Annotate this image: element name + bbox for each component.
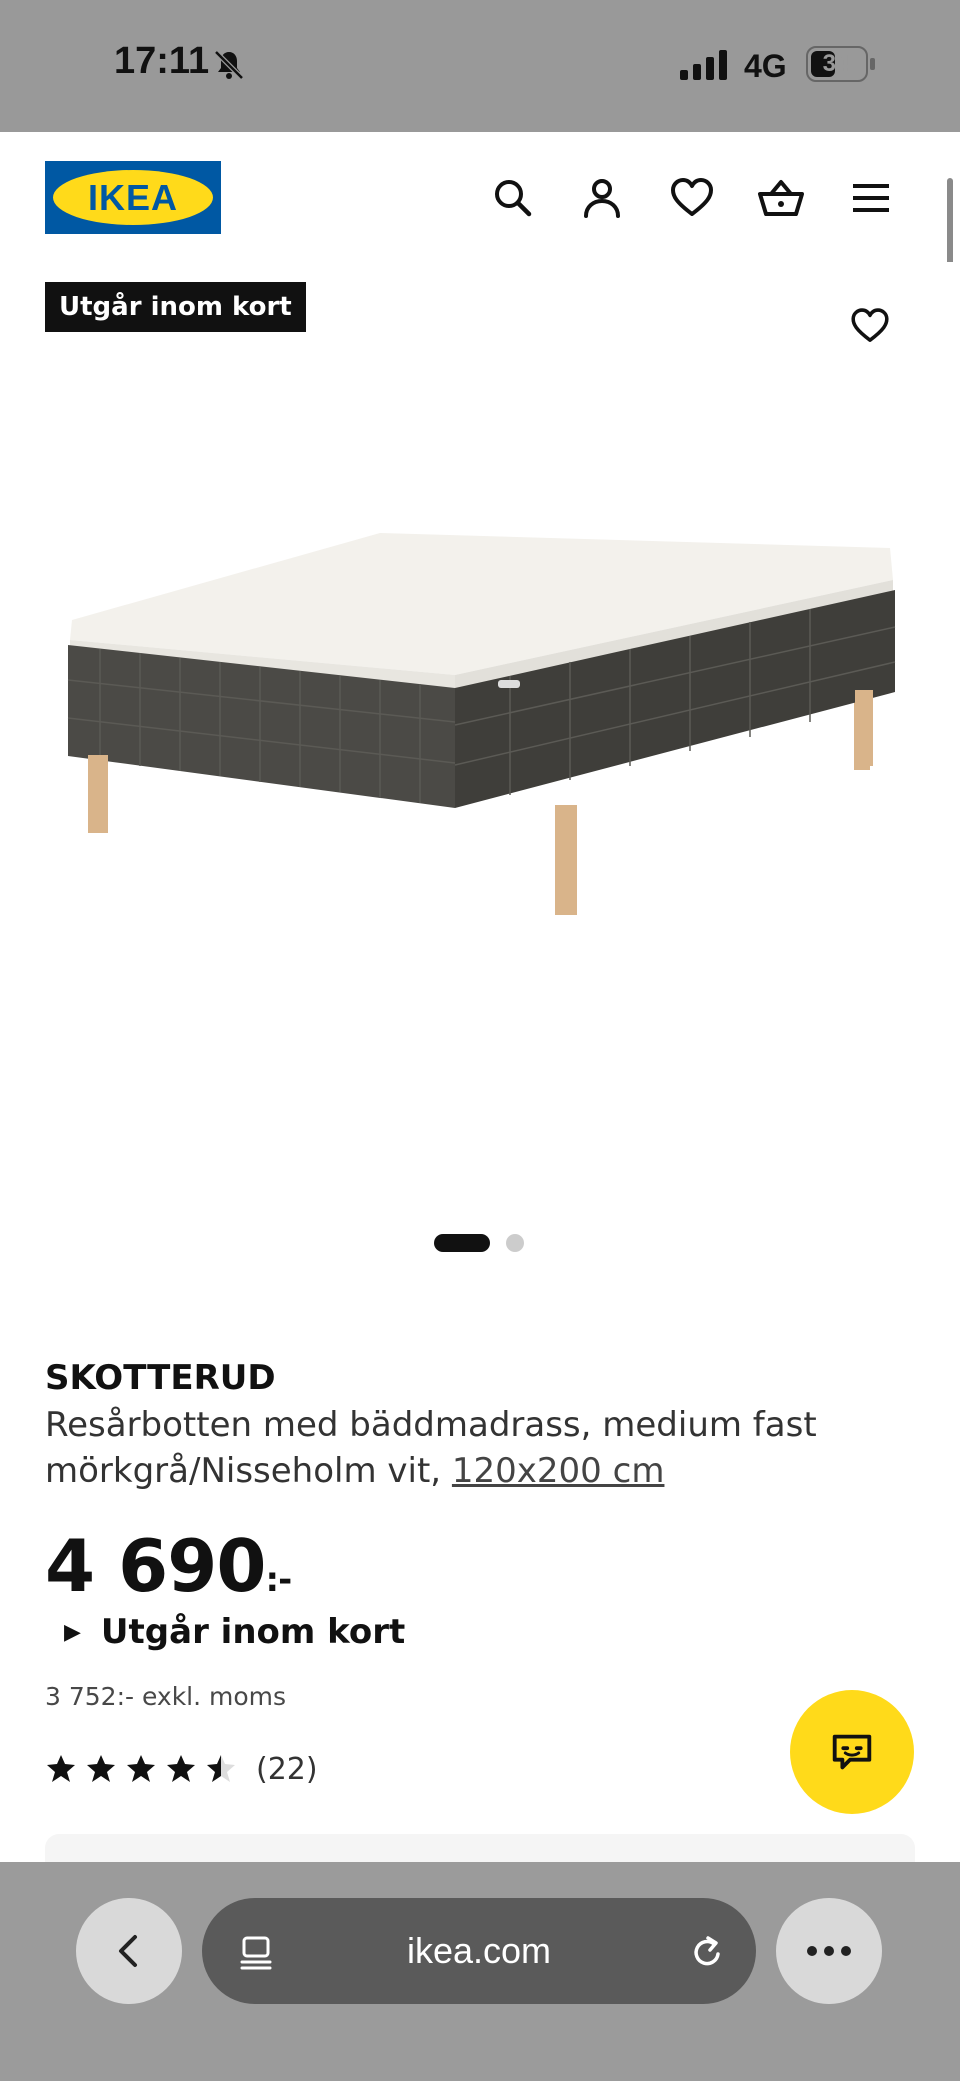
review-count[interactable]: (22) bbox=[256, 1752, 318, 1787]
ikea-logo[interactable]: IKEA bbox=[45, 161, 221, 234]
star-full-icon bbox=[47, 1755, 75, 1782]
product-image-bed bbox=[50, 510, 920, 930]
product-description: Resårbotten med bäddmadrass, medium fast… bbox=[45, 1402, 865, 1494]
description-line1: Resårbotten med bäddmadrass, medium fast bbox=[45, 1405, 817, 1445]
size-link[interactable]: 120x200 cm bbox=[452, 1451, 665, 1491]
wishlist-heart-icon[interactable] bbox=[666, 172, 718, 224]
menu-icon[interactable] bbox=[845, 172, 897, 224]
product-name: SKOTTERUD bbox=[45, 1358, 276, 1398]
basket-icon[interactable] bbox=[755, 172, 807, 224]
site-header: IKEA bbox=[0, 132, 960, 262]
description-line2: mörkgrå/Nisseholm vit, bbox=[45, 1451, 452, 1491]
availability-toggle[interactable]: ▶ Utgår inom kort bbox=[64, 1612, 405, 1652]
heart-icon bbox=[851, 308, 889, 342]
product-badge: Utgår inom kort bbox=[45, 282, 306, 332]
address-bar[interactable]: ikea.com bbox=[202, 1898, 756, 2004]
carousel-dot[interactable] bbox=[506, 1234, 524, 1252]
reload-icon[interactable] bbox=[688, 1932, 728, 1972]
triangle-right-icon: ▶ bbox=[64, 1620, 81, 1645]
account-icon[interactable] bbox=[576, 172, 628, 224]
star-half-icon bbox=[207, 1755, 235, 1782]
star-full-icon bbox=[167, 1755, 195, 1782]
network-label: 4G bbox=[744, 48, 787, 84]
status-time: 17:11 bbox=[114, 40, 210, 82]
star-full-icon bbox=[87, 1755, 115, 1782]
ellipsis-icon bbox=[807, 1946, 851, 1956]
bell-muted-icon bbox=[212, 48, 246, 82]
product-price: 4 690:- bbox=[45, 1524, 292, 1608]
price-main: 4 690 bbox=[45, 1524, 266, 1608]
availability-label: Utgår inom kort bbox=[100, 1612, 406, 1652]
star-full-icon bbox=[127, 1755, 155, 1782]
add-to-wishlist-button[interactable] bbox=[830, 286, 910, 366]
signal-icon bbox=[680, 50, 730, 80]
chat-button[interactable] bbox=[790, 1690, 914, 1814]
back-button[interactable] bbox=[76, 1898, 182, 2004]
price-suffix: :- bbox=[265, 1560, 292, 1600]
logo-text: IKEA bbox=[87, 177, 178, 218]
price-excl-vat: 3 752:- exkl. moms bbox=[45, 1682, 287, 1711]
more-options-button[interactable] bbox=[776, 1898, 882, 2004]
chevron-left-icon bbox=[119, 1935, 137, 1967]
carousel-dot-active[interactable] bbox=[434, 1234, 490, 1252]
search-icon[interactable] bbox=[487, 172, 539, 224]
battery-level: 34 bbox=[822, 50, 850, 77]
chat-icon bbox=[832, 1734, 872, 1770]
url-text[interactable]: ikea.com bbox=[202, 1898, 756, 2004]
